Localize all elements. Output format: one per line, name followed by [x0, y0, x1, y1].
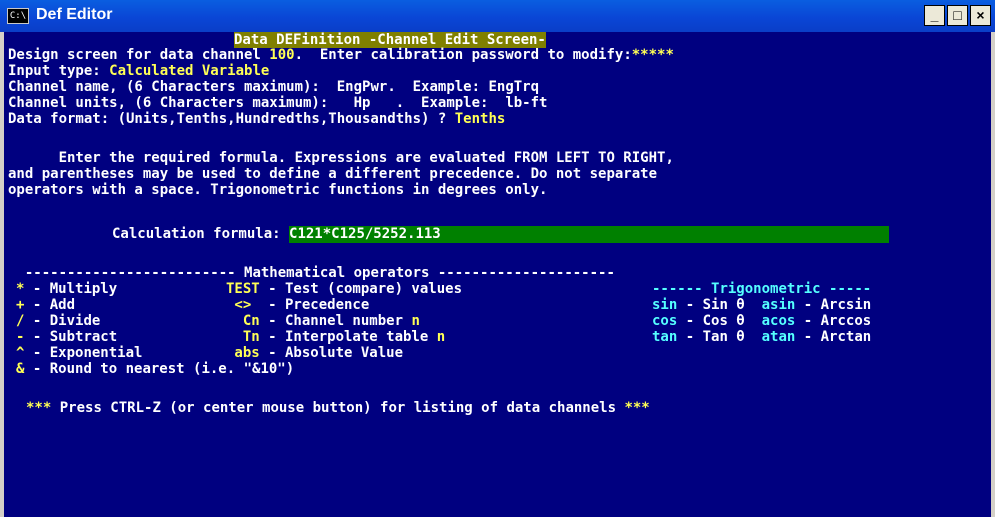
formula-line: Calculation formula: C121*C125/5252.113 — [112, 226, 890, 243]
instructions-line-3: operators with a space. Trigonometric fu… — [8, 182, 548, 198]
operator-desc: - Round to nearest (i.e. "&10") — [24, 361, 295, 377]
operator-symbol: TEST — [226, 281, 260, 297]
footer-hint: *** Press CTRL-Z (or center mouse button… — [26, 400, 650, 417]
operator-symbol: abs — [226, 345, 260, 361]
operators-rule: ------------------------- Mathematical o… — [8, 265, 615, 282]
trig-row: sin - Sin θ asin - Arcsin — [652, 297, 871, 314]
console-window: C:\ Def Editor _ □ × Data DEFinition -Ch… — [0, 0, 995, 517]
operator-desc: - Precedence — [259, 297, 370, 313]
trig-header: ------ Trigonometric ----- — [652, 281, 871, 298]
trig-function: tan — [652, 329, 678, 345]
channel-units-label: Channel units, (6 Characters maximum): — [8, 95, 346, 111]
password-field[interactable]: ***** — [632, 47, 674, 63]
operator-row: abs - Absolute Value — [226, 345, 403, 362]
data-format-label: Data format: (Units,Tenths,Hundredths,Th… — [8, 111, 455, 127]
operator-desc: - Channel number — [259, 313, 412, 329]
operator-symbol: Tn — [226, 329, 260, 345]
operator-desc: - Test (compare) values — [259, 281, 463, 297]
console-icon[interactable]: C:\ — [7, 8, 29, 24]
operator-symbol: <> — [226, 297, 260, 313]
channel-name-line: Channel name, (6 Characters maximum): En… — [8, 79, 539, 96]
trig-inverse-desc: - Arctan — [795, 329, 872, 345]
trig-inverse-desc: - Arccos — [795, 313, 872, 329]
footer-stars-right: *** — [624, 400, 650, 416]
operator-row: + - Add — [16, 297, 142, 314]
operator-arg: n — [411, 313, 420, 329]
operator-row: / - Divide — [16, 313, 142, 330]
trig-inverse: asin — [761, 297, 796, 313]
trig-inverse-desc: - Arcsin — [795, 297, 872, 313]
channel-units-line: Channel units, (6 Characters maximum): H… — [8, 95, 547, 112]
operators-rule-left: ------------------------- — [8, 265, 245, 281]
title-bar[interactable]: C:\ Def Editor _ □ × — [0, 0, 995, 32]
footer-stars-left: *** — [26, 400, 52, 416]
window-title: Def Editor — [36, 6, 113, 23]
channel-name-field[interactable]: EngPwr — [337, 79, 388, 95]
operator-row: & - Round to nearest (i.e. "&10") — [16, 361, 294, 378]
formula-input[interactable]: C121*C125/5252.113 — [289, 226, 890, 243]
instructions-line-1: Enter the required formula. Expressions … — [8, 150, 674, 166]
instructions-line-2: and parentheses may be used to define a … — [8, 166, 658, 182]
operators-title: Mathematical operators — [244, 265, 430, 281]
trig-desc: - Tan θ — [677, 329, 762, 345]
input-type-line: Input type: Calculated Variable — [8, 63, 269, 80]
screen-header-text: Data DEFinition -Channel Edit Screen- — [234, 32, 546, 48]
channel-units-example: . Example: lb-ft — [387, 95, 548, 111]
operator-row: Tn - Interpolate table n — [226, 329, 445, 346]
operator-desc: - Add — [24, 297, 143, 313]
design-prefix: Design screen for data channel — [8, 47, 270, 63]
design-suffix: . Enter calibration password to modify: — [294, 47, 632, 63]
trig-row: tan - Tan θ atan - Arctan — [652, 329, 871, 346]
trig-inverse: atan — [761, 329, 796, 345]
console-screen[interactable]: Data DEFinition -Channel Edit Screen- De… — [4, 32, 991, 517]
operator-row: ^ - Exponential — [16, 345, 142, 362]
channel-units-field[interactable]: Hp — [345, 95, 387, 111]
operator-arg: n — [436, 329, 446, 345]
close-button[interactable]: × — [970, 5, 991, 26]
operator-desc: - Subtract — [24, 329, 143, 345]
trig-function: sin — [652, 297, 678, 313]
channel-number: 100 — [269, 47, 295, 63]
operator-symbol: Cn — [226, 313, 260, 329]
operator-row: Cn - Channel number n — [226, 313, 420, 330]
operator-desc: - Absolute Value — [259, 345, 404, 361]
trig-rule-left: ------ — [652, 281, 703, 297]
minimize-button[interactable]: _ — [924, 5, 945, 26]
maximize-button[interactable]: □ — [947, 5, 968, 26]
operators-rule-right: --------------------- — [429, 265, 615, 281]
formula-label: Calculation formula: — [112, 226, 290, 242]
operator-row: * - Multiply — [16, 281, 142, 298]
trig-function: cos — [652, 313, 678, 329]
trig-rule-right: ----- — [829, 281, 872, 297]
operator-desc: - Divide — [24, 313, 143, 329]
trig-desc: - Sin θ — [677, 297, 762, 313]
input-type-label: Input type: — [8, 63, 110, 79]
operator-desc: - Interpolate table — [259, 329, 437, 345]
trig-row: cos - Cos θ acos - Arccos — [652, 313, 871, 330]
input-type-value[interactable]: Calculated Variable — [109, 63, 269, 79]
operator-desc: - Multiply — [24, 281, 143, 297]
trig-inverse: acos — [761, 313, 796, 329]
channel-name-example: . Example: EngTrq — [387, 79, 540, 95]
operator-row: - - Subtract — [16, 329, 142, 346]
trig-title: Trigonometric — [711, 281, 821, 297]
data-format-value[interactable]: Tenths — [455, 111, 506, 127]
channel-name-label: Channel name, (6 Characters maximum): — [8, 79, 337, 95]
trig-desc: - Cos θ — [677, 313, 762, 329]
design-line: Design screen for data channel 100. Ente… — [8, 47, 674, 64]
operator-row: TEST - Test (compare) values — [226, 281, 462, 298]
operator-row: <> - Precedence — [226, 297, 369, 314]
operator-desc: - Exponential — [24, 345, 143, 361]
footer-text: Press CTRL-Z (or center mouse button) fo… — [51, 400, 625, 416]
data-format-line: Data format: (Units,Tenths,Hundredths,Th… — [8, 111, 505, 128]
